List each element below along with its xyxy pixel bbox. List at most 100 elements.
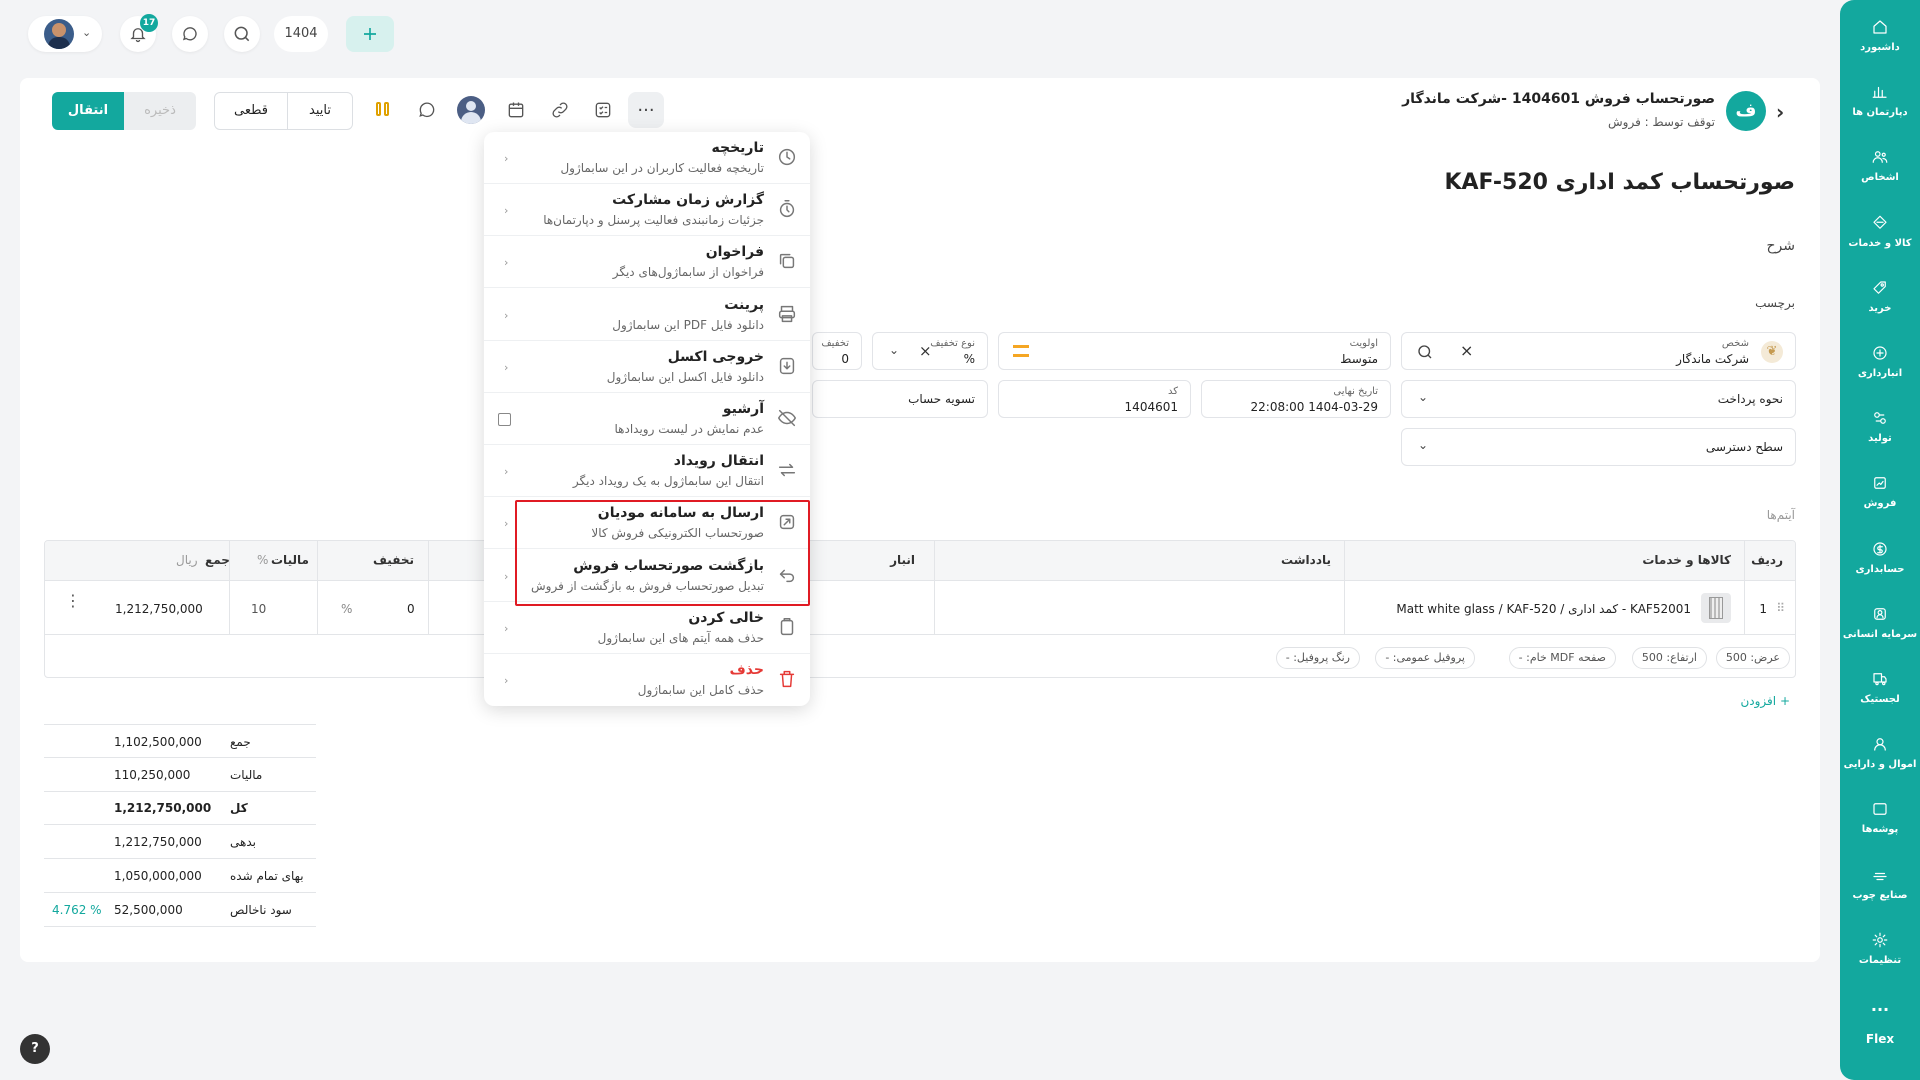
sidebar-item-3[interactable]: کالا و خدمات	[1840, 214, 1920, 249]
discount-type-field[interactable]: نوع تخفیف % × ⌄	[872, 332, 988, 370]
col-row: ردیف	[1751, 553, 1783, 567]
access-level-field[interactable]: سطح دسترسی ⌄	[1401, 428, 1796, 466]
person-field[interactable]: ❦ شخص شرکت ماندگار ×	[1401, 332, 1796, 370]
menu-item-trash[interactable]: حذف حذف کامل این سابماژول ‹	[484, 654, 810, 706]
menu-item-clock[interactable]: تاریخچه تاریخچه فعالیت کاربران در این ساب…	[484, 132, 810, 184]
sidebar-item-label: اشخاص	[1861, 172, 1899, 184]
sidebar-more-button[interactable]: ...	[1840, 990, 1920, 1015]
sidebar-item-label: لجستیک	[1860, 694, 1900, 705]
header-avatar: ف	[1726, 91, 1766, 131]
search-button[interactable]	[224, 16, 260, 52]
comment-icon[interactable]	[417, 100, 437, 120]
assignee-avatar[interactable]	[457, 96, 485, 124]
help-button[interactable]: ?	[20, 1034, 50, 1064]
priority-field[interactable]: اولویت متوسط	[998, 332, 1391, 370]
year-selector[interactable]: 1404	[274, 16, 328, 52]
copy-icon	[776, 250, 798, 272]
sidebar-item-12[interactable]: پوشه‌ها	[1840, 800, 1920, 835]
menu-item-title: پرینت	[724, 296, 764, 313]
menu-item-eye-off[interactable]: آرشیو عدم نمایش در لیست رویدادها	[484, 393, 810, 445]
menu-item-copy[interactable]: فراخوان فراخوان از سابماژول‌های دیگر ‹	[484, 236, 810, 289]
archive-checkbox[interactable]	[498, 413, 511, 426]
asset-icon	[1871, 735, 1889, 753]
sidebar-item-1[interactable]: دپارتمان ها	[1840, 83, 1920, 118]
back-arrow-icon[interactable]: ›	[1776, 100, 1784, 124]
col-total-unit: ریال	[176, 553, 198, 567]
sidebar-item-9[interactable]: سرمایه انسانی	[1840, 605, 1920, 640]
sidebar-item-4[interactable]: خرید	[1840, 279, 1920, 314]
menu-item-printer[interactable]: پرینت دانلود فایل PDF این سابماژول ‹	[484, 289, 810, 341]
final-button[interactable]: قطعی	[214, 92, 288, 130]
payment-method-field[interactable]: نحوه پرداخت ⌄	[1401, 380, 1796, 418]
discount-field[interactable]: تخفیف 0	[812, 332, 862, 370]
items-label: آیتم‌ها	[1766, 508, 1795, 522]
due-date-field[interactable]: تاریخ نهایی 1404-03-29 22:08:00	[1201, 380, 1391, 418]
sidebar-item-label: تولید	[1868, 433, 1892, 445]
summary-label: مالیات	[230, 767, 263, 782]
summary-value: 1,212,750,000	[114, 835, 202, 850]
notification-button[interactable]: 17	[120, 14, 158, 52]
chevron-left-icon: ‹	[504, 256, 509, 270]
drag-handle-icon[interactable]: ⠿	[1776, 601, 1785, 615]
gear-icon	[1871, 931, 1889, 949]
menu-item-download[interactable]: خروجی اکسل دانلود فایل اکسل این سابماژول ‹	[484, 341, 810, 393]
sidebar-item-7[interactable]: فروش	[1840, 474, 1920, 509]
plus-icon	[364, 28, 376, 40]
summary-label: سود ناخالص	[230, 902, 292, 917]
chevron-left-icon: ‹	[504, 569, 509, 583]
add-button[interactable]	[346, 16, 394, 52]
code-field[interactable]: کد 1404601	[998, 380, 1191, 418]
summary-value: 1,212,750,000	[114, 801, 212, 816]
more-icon: ...	[1870, 996, 1890, 1015]
pause-icon[interactable]	[376, 102, 392, 118]
sidebar-item-6[interactable]: تولید	[1840, 409, 1920, 444]
row-menu-icon[interactable]: ⋮	[65, 593, 81, 609]
search-icon[interactable]	[1416, 343, 1434, 361]
menu-item-clipboard[interactable]: خالی کردن حذف همه آیتم های این سابماژول ‹	[484, 602, 810, 654]
folder-icon	[1871, 800, 1889, 818]
clear-icon[interactable]: ×	[1460, 341, 1473, 360]
menu-item-title: تاریخچه	[711, 140, 765, 156]
chevron-left-icon: ‹	[504, 674, 509, 687]
chevron-down-icon[interactable]: ⌄	[889, 343, 899, 357]
sidebar-item-label: داشبورد	[1860, 42, 1900, 53]
clear-icon[interactable]: ×	[919, 342, 932, 360]
wood-icon	[1871, 866, 1889, 884]
link-icon[interactable]	[550, 100, 570, 120]
sidebar-item-14[interactable]: تنظیمات	[1840, 931, 1920, 966]
attribute-chip: ارتفاع: 500	[1631, 647, 1707, 669]
sidebar-item-2[interactable]: اشخاص	[1840, 148, 1920, 183]
sidebar-item-0[interactable]: داشبورد	[1840, 18, 1920, 53]
transfer-button[interactable]: انتقال	[52, 92, 124, 130]
chevron-left-icon: ‹	[504, 517, 509, 531]
summary-row: سود ناخالص 52,500,000 4.762 %	[44, 893, 316, 927]
menu-item-title: آرشیو	[722, 401, 764, 417]
menu-item-subtitle: عدم نمایش در لیست رویدادها	[614, 422, 764, 436]
sidebar-item-11[interactable]: اموال و دارایی	[1840, 735, 1920, 770]
home-icon	[1871, 18, 1889, 36]
add-item-link[interactable]: + افزودن	[1740, 694, 1790, 708]
sidebar-item-8[interactable]: حسابداری	[1840, 540, 1920, 575]
sidebar-item-13[interactable]: صنایع چوب	[1840, 866, 1920, 901]
menu-item-swap[interactable]: انتقال رویداد انتقال این سابماژول به یک ر…	[484, 445, 810, 498]
chevron-down-icon[interactable]: ⌄	[1418, 390, 1428, 404]
brand-logo: Flex	[1865, 1032, 1895, 1046]
approve-button[interactable]: تایید	[287, 92, 353, 130]
sidebar-item-5[interactable]: انبارداری	[1840, 344, 1920, 379]
summary-margin: 4.762 %	[52, 902, 102, 917]
more-actions-menu: تاریخچه تاریخچه فعالیت کاربران در این ساب…	[484, 132, 810, 706]
row-discount: 0	[407, 602, 415, 616]
chevron-down-icon[interactable]: ⌄	[1418, 438, 1428, 452]
calendar-icon[interactable]	[506, 100, 526, 120]
checklist-icon[interactable]	[593, 100, 613, 120]
user-menu[interactable]: ⌄	[28, 16, 102, 52]
sidebar-item-10[interactable]: لجستیک	[1840, 670, 1920, 705]
chat-button[interactable]	[172, 16, 208, 52]
more-button[interactable]: ...	[628, 92, 664, 128]
row-tax: 10	[251, 602, 267, 616]
settlement-field[interactable]: تسویه حساب	[812, 380, 988, 418]
clipboard-icon	[776, 616, 798, 638]
save-button[interactable]: ذخیره	[124, 92, 196, 130]
menu-item-timer[interactable]: گزارش زمان مشارکت جزئیات زمانبندی فعالیت …	[484, 184, 810, 237]
company-logo-icon: ❦	[1761, 341, 1783, 363]
